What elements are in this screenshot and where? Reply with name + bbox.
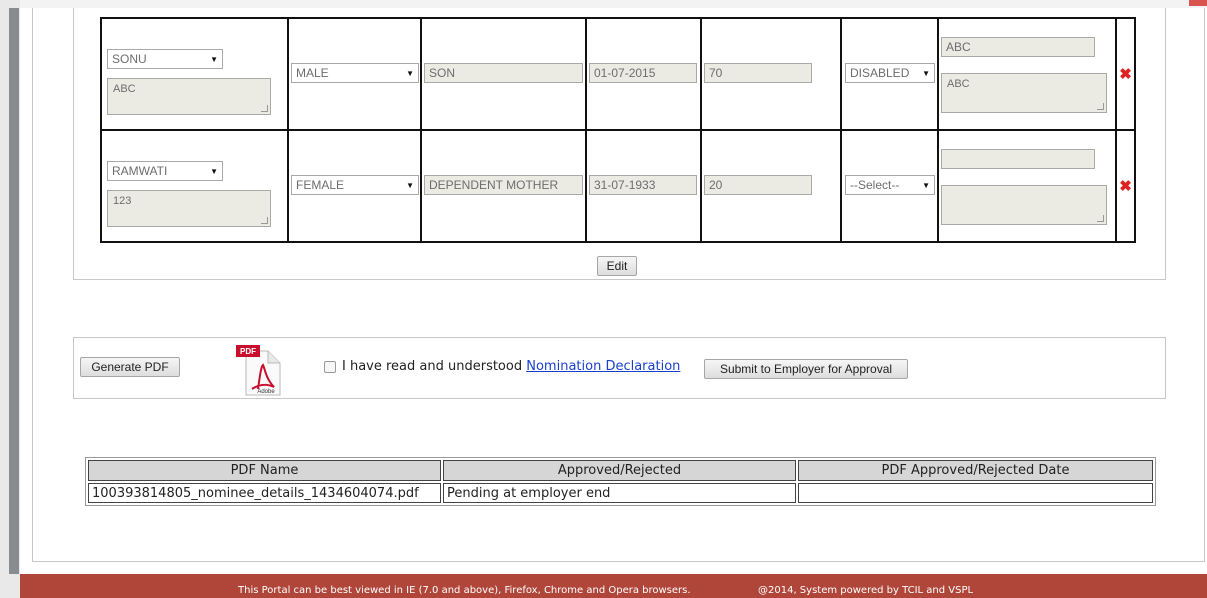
status-select[interactable]: --Select-- ▼ (845, 175, 935, 195)
pdf-badge-text: PDF (240, 347, 256, 356)
name-cell: RAMWATI ▼ 123 (100, 129, 289, 243)
share-field[interactable]: 70 (704, 63, 812, 83)
pdf-file-icon[interactable]: PDF Adobe (236, 345, 284, 397)
relation-field[interactable]: SON (424, 63, 583, 83)
guardian-address-textarea[interactable]: ABC (941, 73, 1107, 113)
nominee-address-textarea[interactable]: 123 (107, 190, 271, 227)
generate-pdf-button[interactable]: Generate PDF (80, 357, 180, 377)
gender-cell: FEMALE ▼ (287, 129, 422, 243)
top-corner-mark (1189, 0, 1207, 6)
nominee-name-select[interactable]: SONU ▼ (107, 49, 223, 69)
share-cell: 20 (700, 129, 842, 243)
chevron-down-icon: ▼ (210, 54, 218, 64)
relation-value: SON (429, 66, 456, 80)
gender-select[interactable]: MALE ▼ (291, 63, 419, 83)
adobe-brand-text: Adobe (257, 389, 275, 395)
chevron-down-icon: ▼ (210, 166, 218, 176)
share-value: 20 (709, 178, 723, 192)
nominee-name-value: SONU (112, 52, 147, 66)
dob-field[interactable]: 01-07-2015 (589, 63, 697, 83)
delete-cell: ✖ (1115, 129, 1136, 243)
submit-to-employer-button[interactable]: Submit to Employer for Approval (704, 359, 908, 379)
status-cell: --Select-- ▼ (840, 129, 939, 243)
dob-field[interactable]: 31-07-1933 (589, 175, 697, 195)
chevron-down-icon: ▼ (406, 180, 414, 190)
status-cell: DISABLED ▼ (840, 17, 939, 131)
approval-date-cell (798, 483, 1153, 503)
nominee-address-value: 123 (113, 195, 132, 207)
footer-copyright-text: @2014, System powered by TCIL and VSPL (758, 585, 974, 596)
dob-value: 31-07-1933 (594, 178, 656, 192)
declaration-checkbox[interactable] (324, 361, 336, 373)
declaration-label: I have read and understood (342, 359, 523, 374)
pdf-name-cell[interactable]: 100393814805_nominee_details_1434604074.… (88, 483, 441, 503)
guardian-cell (937, 129, 1117, 243)
status-value: DISABLED (850, 66, 910, 80)
gender-select[interactable]: FEMALE ▼ (291, 175, 419, 195)
gender-cell: MALE ▼ (287, 17, 422, 131)
left-border-bar (9, 8, 19, 574)
gender-value: FEMALE (296, 178, 345, 192)
dob-value: 01-07-2015 (594, 66, 656, 80)
nominee-name-value: RAMWATI (112, 164, 168, 178)
guardian-address-textarea[interactable] (941, 185, 1107, 225)
dob-cell: 31-07-1933 (585, 129, 702, 243)
nominee-name-select[interactable]: RAMWATI ▼ (107, 161, 223, 181)
footer-browsers-text: This Portal can be best viewed in IE (7.… (238, 585, 691, 596)
top-strip (20, 0, 1207, 8)
column-header-pdf-name: PDF Name (88, 460, 441, 481)
delete-icon[interactable]: ✖ (1119, 65, 1132, 83)
guardian-name-value: ABC (946, 40, 971, 54)
column-header-approved-rejected: Approved/Rejected (443, 460, 796, 481)
nominee-address-textarea[interactable]: ABC (107, 78, 271, 115)
nominee-row: SONU ▼ ABC MALE ▼ SON 01-07-2015 70 DISA… (100, 17, 1136, 131)
relation-cell: SON (420, 17, 587, 131)
name-cell: SONU ▼ ABC (100, 17, 289, 131)
nominee-row: RAMWATI ▼ 123 FEMALE ▼ DEPENDENT MOTHER (100, 129, 1136, 243)
declaration-text: I have read and understood Nomination De… (342, 359, 680, 374)
guardian-name-field[interactable] (941, 149, 1095, 169)
relation-cell: DEPENDENT MOTHER (420, 129, 587, 243)
share-cell: 70 (700, 17, 842, 131)
footer: This Portal can be best viewed in IE (7.… (20, 574, 1207, 598)
edit-button[interactable]: Edit (597, 256, 637, 276)
column-header-approved-rejected-date: PDF Approved/Rejected Date (798, 460, 1153, 481)
approval-status-cell: Pending at employer end (443, 483, 796, 503)
table-header-row: PDF Name Approved/Rejected PDF Approved/… (88, 460, 1153, 481)
gender-value: MALE (296, 66, 329, 80)
relation-value: DEPENDENT MOTHER (429, 178, 559, 192)
guardian-name-field[interactable]: ABC (941, 37, 1095, 57)
delete-cell: ✖ (1115, 17, 1136, 131)
chevron-down-icon: ▼ (922, 68, 930, 78)
relation-field[interactable]: DEPENDENT MOTHER (424, 175, 583, 195)
guardian-address-value: ABC (947, 78, 970, 90)
guardian-cell: ABC ABC (937, 17, 1117, 131)
share-value: 70 (709, 66, 723, 80)
dob-cell: 01-07-2015 (585, 17, 702, 131)
status-value: --Select-- (850, 178, 900, 192)
nominee-address-value: ABC (113, 83, 136, 95)
nomination-declaration-link[interactable]: Nomination Declaration (526, 359, 680, 374)
share-field[interactable]: 20 (704, 175, 812, 195)
delete-icon[interactable]: ✖ (1119, 177, 1132, 195)
status-select[interactable]: DISABLED ▼ (845, 63, 935, 83)
table-row: 100393814805_nominee_details_1434604074.… (88, 483, 1153, 503)
nominee-table: SONU ▼ ABC MALE ▼ SON 01-07-2015 70 DISA… (100, 17, 1136, 243)
left-scroll-strip (0, 0, 20, 598)
pdf-status-table: PDF Name Approved/Rejected PDF Approved/… (85, 457, 1156, 506)
chevron-down-icon: ▼ (922, 180, 930, 190)
chevron-down-icon: ▼ (406, 68, 414, 78)
